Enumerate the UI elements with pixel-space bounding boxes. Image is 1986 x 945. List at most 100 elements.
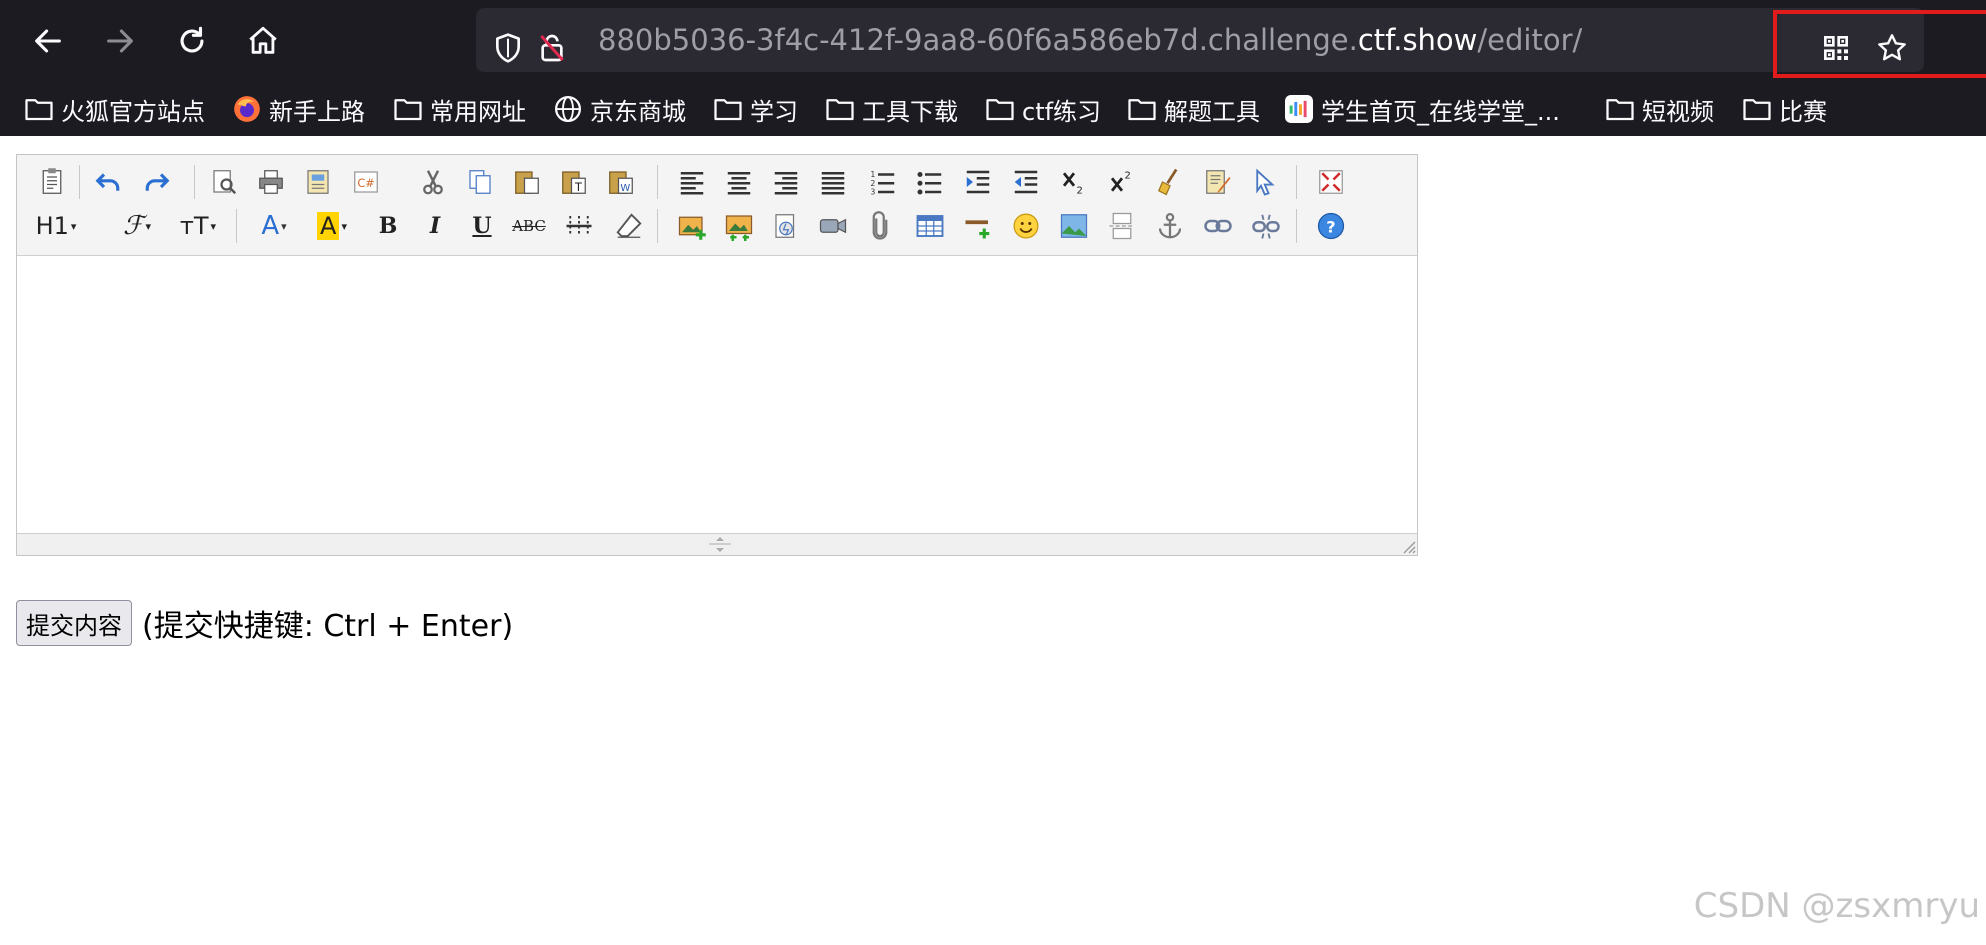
copy-button[interactable] [461,163,499,201]
template-icon [307,170,329,194]
submit-row: 提交内容 (提交快捷键: Ctrl + Enter) [16,600,513,646]
align-justify-button[interactable] [814,163,852,201]
source-button[interactable] [33,163,71,201]
horizontal-rule-button[interactable] [959,207,997,245]
outdent-button[interactable] [1007,163,1045,201]
clear-format-button[interactable] [1151,163,1189,201]
preview-button[interactable] [205,163,243,201]
multi-image-button[interactable] [720,207,758,245]
qr-code-button[interactable] [1816,28,1856,68]
subscript-icon: 2 [1062,172,1083,196]
align-left-button[interactable] [673,163,711,201]
url-text: 880b5036-3f4c-412f-9aa8-60f6a586eb7d.cha… [598,22,1582,58]
font-family-dropdown[interactable]: ℱ ▾ [115,207,159,245]
emoticon-button[interactable] [1007,207,1045,245]
help-button[interactable]: ? [1312,207,1350,245]
italic-button[interactable]: I [416,207,454,245]
ordered-list-icon: 123 [871,170,895,197]
back-button[interactable] [23,16,73,66]
font-size-dropdown[interactable]: тT ▾ [175,207,221,245]
tracking-protection-button[interactable] [488,28,528,68]
media-button[interactable] [814,207,852,245]
link-button[interactable] [1199,207,1237,245]
underline-button[interactable]: U [463,207,501,245]
attachment-button[interactable] [861,207,899,245]
insecure-lock-icon [540,34,564,62]
superscript-button[interactable]: 2 [1103,163,1141,201]
bookmarks-toolbar: 火狐官方站点 新手上路 常用网址 京东商城 学习 工具下载 ctf练习 解题工具… [0,86,1986,132]
url-bar[interactable]: 880b5036-3f4c-412f-9aa8-60f6a586eb7d.cha… [476,8,1986,78]
anchor-button[interactable] [1151,207,1189,245]
background-image-button[interactable] [1055,207,1093,245]
fullscreen-button[interactable] [1312,163,1350,201]
insert-image-button[interactable] [673,207,711,245]
paperclip-icon [872,211,888,240]
eraser-button[interactable] [610,207,648,245]
bookmark-item[interactable]: 学习 [713,86,798,132]
paste-word-button[interactable]: W [602,163,640,201]
forward-button[interactable] [95,16,145,66]
flash-icon [775,214,795,238]
paste-word-icon: W [609,171,633,194]
shortcut-hint: (提交快捷键: Ctrl + Enter) [142,609,514,644]
bookmark-item[interactable]: 火狐官方站点 [24,86,205,132]
align-left-icon [680,172,704,195]
globe-icon [555,96,581,122]
link-icon [1204,219,1232,233]
page-break-button[interactable] [1103,207,1141,245]
letter-spacing-button[interactable] [560,207,598,245]
unordered-list-button[interactable] [911,163,949,201]
connection-info-button[interactable] [532,28,572,68]
arrow-right-icon [107,29,133,53]
heading-dropdown[interactable]: H1 ▾ [33,207,79,245]
highlight-color-dropdown[interactable]: A ▾ [309,207,355,245]
arrow-left-icon [35,29,61,53]
bold-button[interactable]: B [369,207,407,245]
spacing-icon [566,216,592,236]
print-button[interactable] [252,163,290,201]
align-center-icon [727,172,751,195]
broom-icon [1157,168,1178,196]
bookmark-item[interactable]: 新手上路 [233,86,365,132]
bookmark-item[interactable]: 常用网址 [393,86,526,132]
subscript-button[interactable]: 2 [1055,163,1093,201]
paste-button[interactable] [508,163,546,201]
align-center-button[interactable] [720,163,758,201]
folder-icon [1128,99,1156,121]
ordered-list-button[interactable]: 123 [864,163,902,201]
select-all-button[interactable] [1247,163,1285,201]
preview-icon [213,170,237,195]
unlink-button[interactable] [1247,207,1285,245]
strikethrough-button[interactable]: ABC [510,207,548,245]
bookmark-star-button[interactable] [1872,28,1912,68]
cut-button[interactable] [414,163,452,201]
home-button[interactable] [238,16,288,66]
bookmark-item[interactable]: 比赛 [1742,86,1827,132]
resize-bar[interactable] [17,533,1417,555]
undo-button[interactable] [90,163,128,201]
reload-button[interactable] [167,16,217,66]
anchor-icon [1158,213,1182,239]
indent-button[interactable] [959,163,997,201]
table-button[interactable] [911,207,949,245]
editor-content-area[interactable] [17,256,1417,534]
submit-button[interactable]: 提交内容 [16,600,132,646]
bookmark-item[interactable]: 短视频 [1605,86,1714,132]
folder-icon [986,99,1014,121]
media-icon [819,218,847,234]
font-color-dropdown[interactable]: A ▾ [253,207,295,245]
bookmark-item[interactable]: 京东商城 [553,86,686,132]
bookmark-item[interactable]: 学生首页_在线学堂_... [1285,86,1560,132]
svg-text:?: ? [1326,217,1335,236]
paste-text-button[interactable]: T [555,163,593,201]
flash-button[interactable] [767,207,805,245]
bookmark-item[interactable]: ctf练习 [985,86,1101,132]
format-painter-button[interactable] [1199,163,1237,201]
resize-handle-icon [709,537,731,552]
bookmark-item[interactable]: 工具下载 [825,86,958,132]
align-right-button[interactable] [767,163,805,201]
code-button[interactable]: C# [347,163,385,201]
bookmark-item[interactable]: 解题工具 [1127,86,1260,132]
redo-button[interactable] [137,163,175,201]
template-button[interactable] [299,163,337,201]
